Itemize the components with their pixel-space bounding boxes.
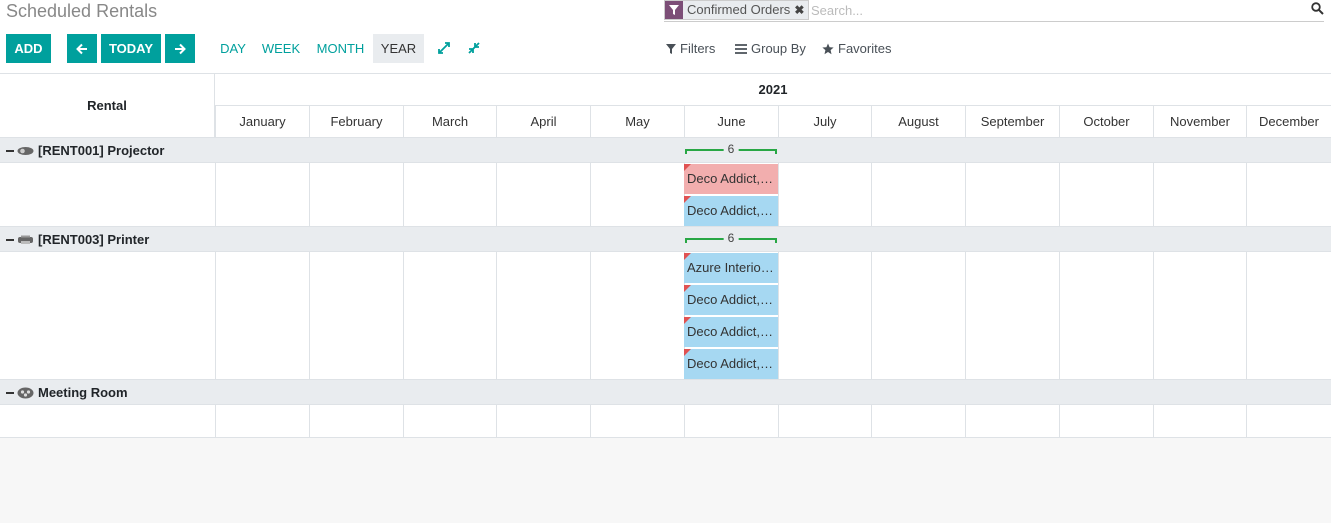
rental-pill[interactable]: Deco Addict, S... (684, 285, 778, 315)
gantt-row: Deco Addict, S... Deco Addict, S... (0, 163, 1331, 227)
group-count: 6 (723, 231, 739, 245)
group-name: [RENT001] Projector (38, 143, 165, 158)
group-count-indicator: 6 (685, 142, 777, 156)
search-input[interactable] (811, 1, 1291, 19)
rental-pill[interactable]: Deco Addict, S... (684, 164, 778, 194)
projector-icon (17, 146, 34, 155)
month-header: December (1246, 106, 1331, 138)
group-name: Meeting Room (38, 385, 128, 400)
group-label[interactable]: Meeting Room (6, 380, 128, 405)
previous-button[interactable] (67, 34, 97, 63)
group-by-button[interactable]: Group By (735, 34, 806, 63)
pill-label: Deco Addict, S... (687, 324, 778, 339)
pill-label: Deco Addict, S... (687, 292, 778, 307)
month-header: January (215, 106, 309, 138)
month-header: June (684, 106, 778, 138)
meeting-room-icon (17, 387, 34, 398)
add-button[interactable]: ADD (6, 34, 51, 63)
group-label[interactable]: [RENT003] Printer (6, 227, 149, 252)
month-header: April (496, 106, 590, 138)
month-header: October (1059, 106, 1153, 138)
month-header: March (403, 106, 496, 138)
month-header: August (871, 106, 965, 138)
filter-icon (665, 1, 683, 19)
month-header: May (590, 106, 684, 138)
month-header: September (965, 106, 1059, 138)
pill-label: Deco Addict, S... (687, 171, 778, 186)
scale-day-button[interactable]: DAY (216, 34, 250, 63)
pill-label: Deco Addict, S... (687, 356, 778, 371)
group-row-projector[interactable]: [RENT001] Projector 6 (0, 138, 1331, 163)
expand-rows-icon[interactable] (437, 41, 451, 55)
month-header: July (778, 106, 871, 138)
collapse-icon (6, 149, 14, 152)
gantt-view: Rental 2021 January February March April… (0, 74, 1331, 438)
collapse-icon (6, 238, 14, 241)
year-header: 2021 (215, 74, 1331, 106)
gantt-row (0, 405, 1331, 438)
next-button[interactable] (165, 34, 195, 63)
collapse-rows-icon[interactable] (467, 41, 481, 55)
today-button[interactable]: TODAY (101, 34, 161, 63)
arrow-left-icon (76, 43, 87, 54)
search-facet: Confirmed Orders ✖ (664, 0, 810, 20)
search-icon[interactable] (1311, 2, 1324, 18)
facet-value: Confirmed Orders (687, 2, 791, 17)
row-header-title: Rental (0, 74, 215, 138)
favorites-button[interactable]: Favorites (822, 34, 891, 63)
control-panel: Scheduled Rentals Confirmed Orders ✖ ADD… (0, 0, 1331, 74)
star-icon (822, 43, 834, 54)
group-count-indicator: 6 (685, 231, 777, 245)
filters-button[interactable]: Filters (666, 34, 715, 63)
rental-pill[interactable]: Azure Interior, ... (684, 253, 778, 283)
remove-facet-icon[interactable]: ✖ (794, 1, 808, 19)
group-label[interactable]: [RENT001] Projector (6, 138, 164, 163)
scale-month-button[interactable]: MONTH (312, 34, 369, 63)
group-name: [RENT003] Printer (38, 232, 150, 247)
search-bar: Confirmed Orders ✖ (664, 0, 1324, 22)
scale-year-button[interactable]: YEAR (373, 34, 424, 63)
collapse-icon (6, 391, 14, 394)
rental-pill[interactable]: Deco Addict, S... (684, 349, 778, 379)
favorites-label: Favorites (838, 41, 892, 56)
scale-week-button[interactable]: WEEK (259, 34, 303, 63)
arrow-right-icon (175, 43, 186, 54)
gantt-row: Azure Interior, ... Deco Addict, S... De… (0, 252, 1331, 380)
list-icon (735, 43, 747, 54)
page-title: Scheduled Rentals (6, 1, 158, 21)
pill-label: Azure Interior, ... (687, 260, 778, 275)
group-row-meeting-room[interactable]: Meeting Room (0, 380, 1331, 405)
filters-label: Filters (680, 41, 716, 56)
group-row-printer[interactable]: [RENT003] Printer 6 (0, 227, 1331, 252)
month-header: February (309, 106, 403, 138)
month-header: November (1153, 106, 1246, 138)
group-count: 6 (723, 142, 739, 156)
pill-label: Deco Addict, S... (687, 203, 778, 218)
rental-pill[interactable]: Deco Addict, S... (684, 196, 778, 226)
filter-icon (666, 43, 676, 54)
group-by-label: Group By (751, 41, 806, 56)
printer-icon (18, 235, 33, 244)
rental-pill[interactable]: Deco Addict, S... (684, 317, 778, 347)
